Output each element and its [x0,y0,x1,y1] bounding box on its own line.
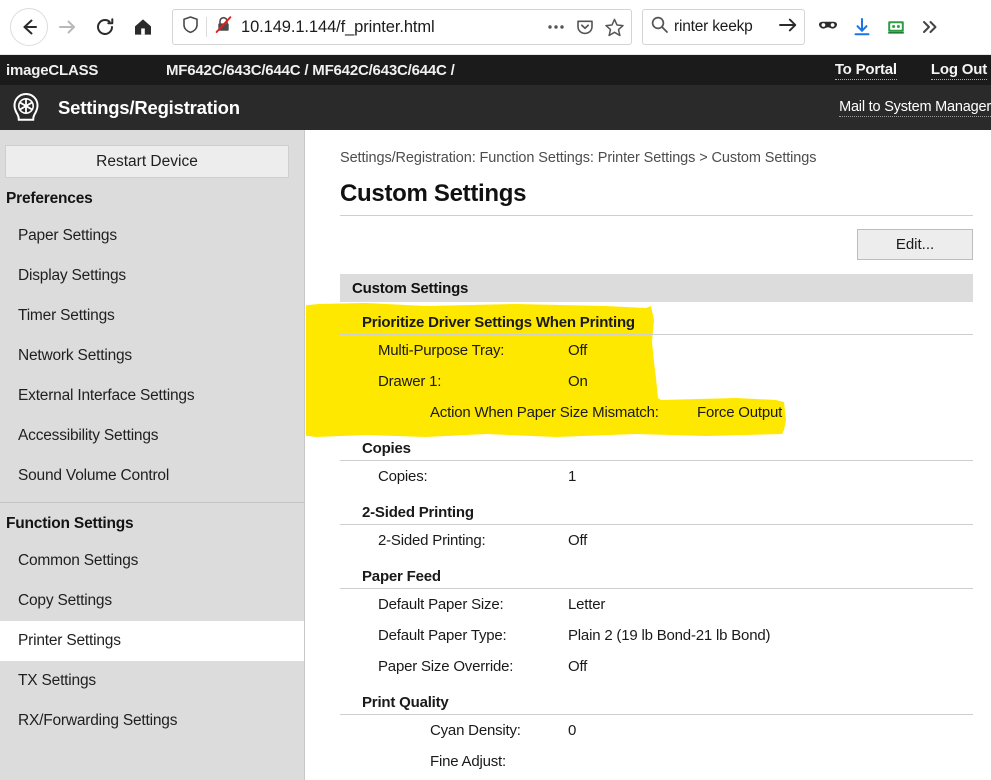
setting-value: On [568,373,588,390]
setting-value: Off [568,342,587,359]
setting-value: 1 [568,468,576,485]
sidebar-item-tx-settings[interactable]: TX Settings [0,661,304,701]
shield-icon[interactable] [181,15,200,39]
section-header-bar: Custom Settings [340,274,973,302]
sidebar: Restart Device Preferences Paper Setting… [0,130,305,780]
setting-value: Force Output [697,404,782,421]
setting-row-multi-purpose-tray: Multi-Purpose Tray: Off [340,335,973,366]
setting-row-action-when-paper-size-mismatch: Action When Paper Size Mismatch: Force O… [340,397,973,428]
setting-row-default-paper-type: Default Paper Type: Plain 2 (19 lb Bond-… [340,620,973,651]
setting-label: Default Paper Size: [340,596,568,613]
sidebar-item-printer-settings[interactable]: Printer Settings [0,621,304,661]
setting-row-2-sided-printing: 2-Sided Printing: Off [340,525,973,556]
setting-label: Default Paper Type: [340,627,568,644]
sidebar-group-preferences: Preferences [0,178,304,216]
breadcrumb: Settings/Registration: Function Settings… [340,150,991,166]
mail-to-system-manager-link[interactable]: Mail to System Manager [839,99,991,117]
device-brand-bar: imageCLASS MF642C/643C/644C / MF642C/643… [0,55,991,85]
downloads-icon[interactable] [845,9,879,45]
search-input[interactable]: rinter keekp [674,18,774,36]
group-heading-prioritize-driver-settings: Prioritize Driver Settings When Printing [340,302,973,335]
content-page-title: Custom Settings [340,180,991,208]
setting-row-fine-adjust: Fine Adjust: [340,746,973,777]
sidebar-item-accessibility-settings[interactable]: Accessibility Settings [0,416,304,456]
password-manager-icon[interactable] [879,9,913,45]
forward-button[interactable] [48,8,86,46]
brand-name: imageCLASS [6,62,166,79]
sidebar-item-display-settings[interactable]: Display Settings [0,256,304,296]
urlbar-divider [206,17,207,37]
edit-button-label: Edit... [896,236,934,253]
page-title-bar: Settings/Registration Mail to System Man… [0,85,991,130]
setting-row-drawer-1: Drawer 1: On [340,366,973,397]
sidebar-group-function-settings: Function Settings [0,502,304,541]
sidebar-item-common-settings[interactable]: Common Settings [0,541,304,581]
setting-label: 2-Sided Printing: [340,532,568,549]
sidebar-item-rx-forwarding-settings[interactable]: RX/Forwarding Settings [0,701,304,741]
group-heading-paper-feed: Paper Feed [340,556,973,589]
reload-icon [94,16,116,38]
setting-value: Off [568,532,587,549]
group-heading-print-quality: Print Quality [340,682,973,715]
page-actions-ellipsis-icon[interactable] [546,18,566,36]
setting-row-paper-size-override: Paper Size Override: Off [340,651,973,682]
browser-toolbar: 10.149.1.144/f_printer.html [0,0,991,55]
search-go-icon[interactable] [777,15,799,40]
title-divider [340,215,973,216]
log-out-link[interactable]: Log Out [931,61,987,80]
restart-device-label: Restart Device [96,153,198,171]
lock-crossed-out-icon[interactable] [214,15,233,39]
group-heading-copies: Copies [340,428,973,461]
setting-label: Fine Adjust: [340,753,697,770]
arrow-right-icon [56,16,78,38]
setting-row-cyan-density: Cyan Density: 0 [340,715,973,746]
setting-label: Copies: [340,468,568,485]
address-bar[interactable]: 10.149.1.144/f_printer.html [172,9,632,45]
group-heading-2-sided-printing: 2-Sided Printing [340,492,973,525]
overflow-menu-icon[interactable] [913,9,947,45]
edit-button[interactable]: Edit... [857,229,973,260]
setting-label: Cyan Density: [340,722,568,739]
star-bookmark-icon[interactable] [604,17,625,38]
sidebar-item-timer-settings[interactable]: Timer Settings [0,296,304,336]
edit-button-row: Edit... [340,229,973,260]
setting-value: Off [568,658,587,675]
header-links: To Portal Log Out [801,61,991,80]
sidebar-item-paper-settings[interactable]: Paper Settings [0,216,304,256]
reload-button[interactable] [86,8,124,46]
canon-settings-logo-icon [8,91,44,125]
to-portal-link[interactable]: To Portal [835,61,897,80]
setting-value: Letter [568,596,605,613]
sidebar-item-sound-volume-control[interactable]: Sound Volume Control [0,456,304,496]
setting-label: Paper Size Override: [340,658,568,675]
setting-label: Drawer 1: [340,373,568,390]
setting-label: Action When Paper Size Mismatch: [340,404,697,421]
setting-value: Plain 2 (19 lb Bond-21 lb Bond) [568,627,770,644]
search-bar[interactable]: rinter keekp [642,9,805,45]
sidebar-item-network-settings[interactable]: Network Settings [0,336,304,376]
setting-value: 0 [568,722,576,739]
facebook-container-mask-icon[interactable] [811,9,845,45]
setting-row-default-paper-size: Default Paper Size: Letter [340,589,973,620]
search-icon [650,15,669,39]
sidebar-item-copy-settings[interactable]: Copy Settings [0,581,304,621]
setting-row-copies: Copies: 1 [340,461,973,492]
sidebar-item-external-interface-settings[interactable]: External Interface Settings [0,376,304,416]
browser-extension-icons [811,9,947,45]
home-icon [132,16,154,38]
restart-device-button[interactable]: Restart Device [5,145,289,178]
url-text[interactable]: 10.149.1.144/f_printer.html [241,18,537,37]
page-title: Settings/Registration [58,97,839,119]
arrow-left-icon [18,16,40,38]
device-model: MF642C/643C/644C / MF642C/643C/644C / [166,62,801,79]
home-button[interactable] [124,8,162,46]
pocket-save-icon[interactable] [575,17,595,37]
back-button[interactable] [10,8,48,46]
setting-label: Multi-Purpose Tray: [340,342,568,359]
main-content: Settings/Registration: Function Settings… [306,130,991,780]
